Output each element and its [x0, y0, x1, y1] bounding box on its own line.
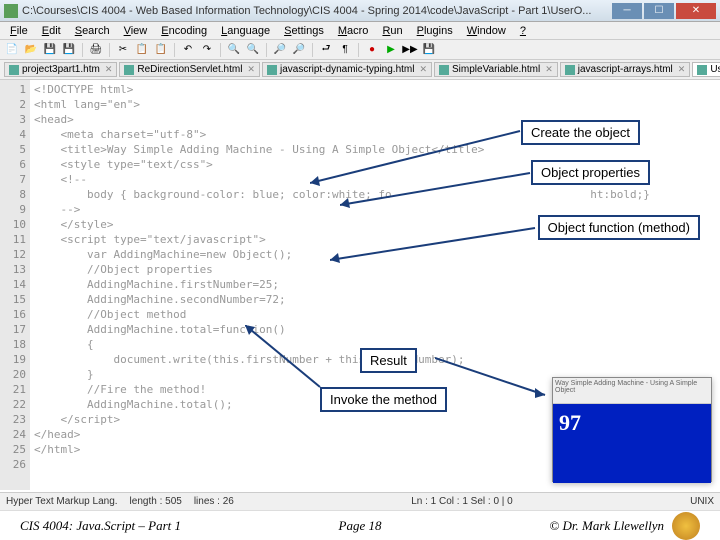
footer-left: CIS 4004: Java.Script – Part 1 — [20, 518, 247, 534]
tab-label: javascript-dynamic-typing.html — [280, 64, 415, 75]
footer-right: © Dr. Mark Llewellyn — [473, 512, 700, 540]
statusbar: Hyper Text Markup Lang. length : 505 lin… — [0, 492, 720, 510]
record-icon[interactable]: ● — [364, 42, 380, 58]
minimize-button[interactable]: ─ — [612, 3, 642, 19]
status-enc: UNIX — [690, 496, 714, 507]
menu-run[interactable]: Run — [376, 25, 408, 37]
cut-icon[interactable]: ✂ — [115, 42, 131, 58]
paste-icon[interactable]: 📋 — [153, 42, 169, 58]
tab-label: javascript-arrays.html — [578, 64, 673, 75]
redo-icon[interactable]: ↷ — [199, 42, 215, 58]
tab-javascript-dynamic-typing-html[interactable]: javascript-dynamic-typing.html ✕ — [262, 62, 432, 77]
status-lines: lines : 26 — [194, 496, 234, 507]
new-icon[interactable]: 📄 — [4, 42, 20, 58]
zoom-in-icon[interactable]: 🔎 — [272, 42, 288, 58]
file-icon — [697, 65, 707, 75]
callout-result: Result — [360, 348, 417, 373]
browser-preview: Way Simple Adding Machine - Using A Simp… — [552, 377, 712, 482]
menu-window[interactable]: Window — [461, 25, 512, 37]
separator — [109, 43, 110, 57]
separator — [266, 43, 267, 57]
preview-body: 97 — [553, 404, 711, 483]
tabbar: project3part1.htm✕ReDirectionServlet.htm… — [0, 60, 720, 80]
window-title: C:\Courses\CIS 4004 - Web Based Informat… — [22, 5, 612, 17]
file-icon — [267, 65, 277, 75]
save-icon[interactable]: 💾 — [42, 42, 58, 58]
menu-?[interactable]: ? — [514, 25, 532, 37]
find-icon[interactable]: 🔍 — [226, 42, 242, 58]
play-icon[interactable]: ▶ — [383, 42, 399, 58]
menu-view[interactable]: View — [118, 25, 154, 37]
callout-invoke: Invoke the method — [320, 387, 447, 412]
stop-icon[interactable]: ▶▶ — [402, 42, 418, 58]
app-icon — [4, 4, 18, 18]
toolbar: 📄 📂 💾 💾 🖨 ✂ 📋 📋 ↶ ↷ 🔍 🔍 🔎 🔎 ⮐ ¶ ● ▶ ▶▶ 💾 — [0, 40, 720, 60]
line-gutter: 1 2 3 4 5 6 7 8 9 10 11 12 13 14 15 16 1… — [0, 80, 30, 490]
menu-settings[interactable]: Settings — [278, 25, 330, 37]
copy-icon[interactable]: 📋 — [134, 42, 150, 58]
tab-simplevariable-html[interactable]: SimpleVariable.html ✕ — [434, 62, 558, 77]
status-length: length : 505 — [130, 496, 182, 507]
menu-macro[interactable]: Macro — [332, 25, 375, 37]
separator — [82, 43, 83, 57]
menu-edit[interactable]: Edit — [36, 25, 67, 37]
slide-footer: CIS 4004: Java.Script – Part 1 Page 18 ©… — [0, 510, 720, 540]
wrap-icon[interactable]: ⮐ — [318, 42, 334, 58]
preview-titlebar: Way Simple Adding Machine - Using A Simp… — [553, 378, 711, 404]
ucf-logo-icon — [672, 512, 700, 540]
close-tab-icon[interactable]: ✕ — [247, 64, 255, 75]
callout-create: Create the object — [521, 120, 640, 145]
close-tab-icon[interactable]: ✕ — [105, 64, 113, 75]
undo-icon[interactable]: ↶ — [180, 42, 196, 58]
tab-label: UserObject.html — [710, 64, 720, 75]
tab-label: ReDirectionServlet.html — [137, 64, 242, 75]
separator — [174, 43, 175, 57]
file-icon — [124, 65, 134, 75]
close-tab-icon[interactable]: ✕ — [678, 64, 686, 75]
status-pos: Ln : 1 Col : 1 Sel : 0 | 0 — [411, 496, 513, 507]
arrow-result — [435, 350, 550, 400]
menubar: FileEditSearchViewEncodingLanguageSettin… — [0, 22, 720, 40]
callout-method: Object function (method) — [538, 215, 700, 240]
file-icon — [565, 65, 575, 75]
zoom-out-icon[interactable]: 🔎 — [291, 42, 307, 58]
tab-label: project3part1.htm — [22, 64, 100, 75]
menu-language[interactable]: Language — [215, 25, 276, 37]
tab-userobject-html[interactable]: UserObject.html✕ — [692, 62, 720, 77]
separator — [312, 43, 313, 57]
chars-icon[interactable]: ¶ — [337, 42, 353, 58]
separator — [358, 43, 359, 57]
maximize-button[interactable]: ☐ — [644, 3, 674, 19]
replace-icon[interactable]: 🔍 — [245, 42, 261, 58]
close-tab-icon[interactable]: ✕ — [545, 64, 553, 75]
footer-copyright: © Dr. Mark Llewellyn — [549, 518, 664, 534]
file-icon — [9, 65, 19, 75]
footer-center: Page 18 — [247, 518, 474, 534]
arrow-method — [330, 225, 540, 265]
saveall-icon[interactable]: 💾 — [61, 42, 77, 58]
menu-file[interactable]: File — [4, 25, 34, 37]
menu-encoding[interactable]: Encoding — [155, 25, 213, 37]
status-lang: Hyper Text Markup Lang. — [6, 496, 118, 507]
save-macro-icon[interactable]: 💾 — [421, 42, 437, 58]
menu-search[interactable]: Search — [69, 25, 116, 37]
print-icon[interactable]: 🖨 — [88, 42, 104, 58]
menu-plugins[interactable]: Plugins — [411, 25, 459, 37]
open-icon[interactable]: 📂 — [23, 42, 39, 58]
file-icon — [439, 65, 449, 75]
separator — [220, 43, 221, 57]
tab-project3part1-htm[interactable]: project3part1.htm ✕ — [4, 62, 117, 77]
close-tab-icon[interactable]: ✕ — [419, 64, 427, 75]
tab-javascript-arrays-html[interactable]: javascript-arrays.html ✕ — [560, 62, 691, 77]
callout-props: Object properties — [531, 160, 650, 185]
arrow-props — [340, 170, 535, 210]
titlebar: C:\Courses\CIS 4004 - Web Based Informat… — [0, 0, 720, 22]
tab-redirectionservlet-html[interactable]: ReDirectionServlet.html ✕ — [119, 62, 260, 77]
arrow-invoke — [245, 325, 325, 390]
tab-label: SimpleVariable.html — [452, 64, 540, 75]
window-buttons: ─ ☐ ✕ — [612, 3, 716, 19]
close-button[interactable]: ✕ — [676, 3, 716, 19]
